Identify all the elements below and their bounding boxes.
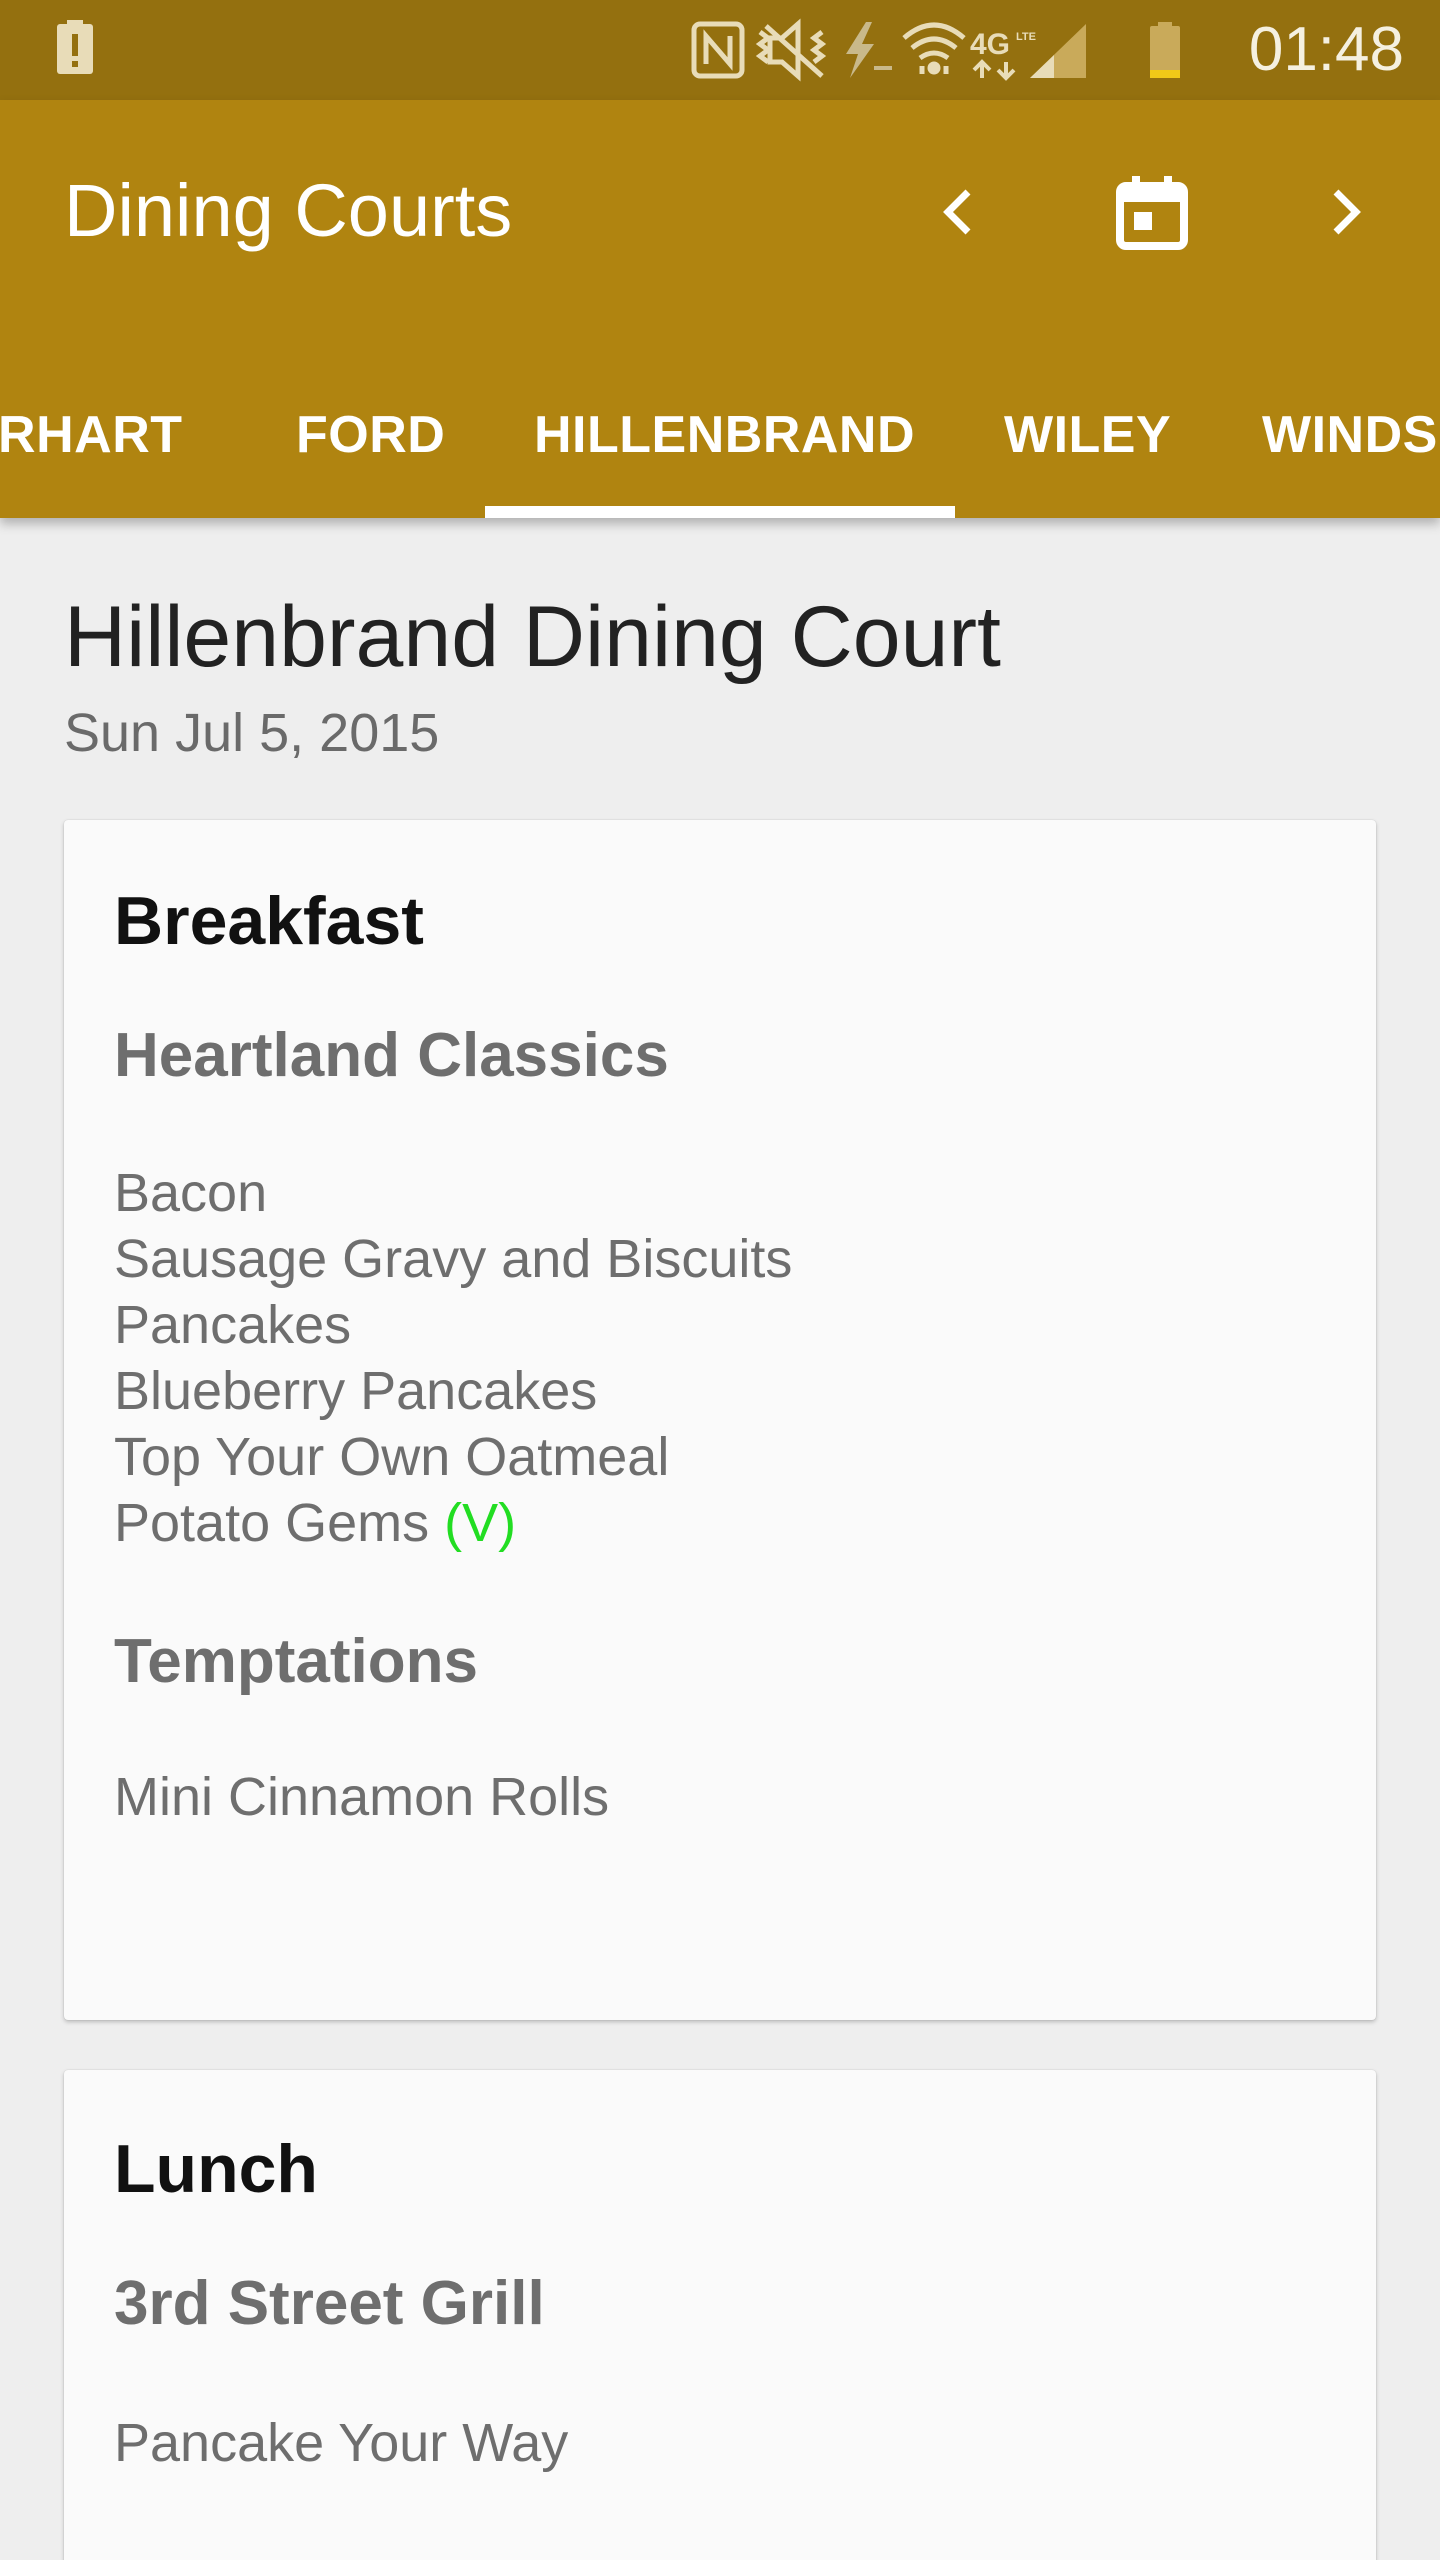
vegetarian-tag: (V) xyxy=(444,1493,517,1553)
tab-wiley[interactable]: WILEY xyxy=(1004,352,1171,518)
tab-windsor[interactable]: WINDS xyxy=(1262,352,1438,518)
system-status-icons: 4G LTE xyxy=(691,18,1180,82)
chevron-left-icon xyxy=(943,189,971,235)
4g-lte-icon: 4G LTE xyxy=(970,28,1036,81)
meal-title: Lunch xyxy=(114,2131,318,2207)
menu-item-name: Potato Gems xyxy=(114,1493,430,1553)
next-day-button[interactable] xyxy=(1284,152,1404,272)
status-bar: 4G LTE 01:48 xyxy=(0,0,1440,100)
selected-tab-indicator xyxy=(485,506,955,518)
tab-ford[interactable]: FORD xyxy=(296,352,445,518)
menu-item-list: Bacon Sausage Gravy and Biscuits Pancake… xyxy=(114,1160,792,1556)
calendar-icon xyxy=(1116,176,1188,250)
station-title: Temptations xyxy=(114,1627,478,1696)
menu-item[interactable]: Mini Cinnamon Rolls xyxy=(114,1764,609,1830)
status-time: 01:48 xyxy=(1248,15,1404,84)
station-title: 3rd Street Grill xyxy=(114,2269,545,2338)
menu-item[interactable]: Pancakes xyxy=(114,1292,792,1358)
meal-card-lunch: Lunch 3rd Street Grill Pancake Your Way xyxy=(64,2070,1376,2560)
tab-earhart[interactable]: ARHART xyxy=(0,352,183,518)
menu-item[interactable]: Blueberry Pancakes xyxy=(114,1358,792,1424)
menu-item[interactable]: Potato Gems (V) xyxy=(114,1490,792,1556)
previous-day-button[interactable] xyxy=(900,152,1020,272)
signal-icon xyxy=(1030,24,1086,78)
page-title: Hillenbrand Dining Court xyxy=(64,589,1001,685)
charging-icon xyxy=(846,22,892,78)
calendar-button[interactable] xyxy=(1092,152,1212,272)
svg-text:4G: 4G xyxy=(970,28,1010,61)
wifi-icon xyxy=(902,22,966,75)
menu-item[interactable]: Pancake Your Way xyxy=(114,2410,568,2476)
page-date: Sun Jul 5, 2015 xyxy=(64,703,440,763)
menu-item[interactable]: Bacon xyxy=(114,1160,792,1226)
chevron-right-icon xyxy=(1333,189,1361,235)
tab-hillenbrand[interactable]: HILLENBRAND xyxy=(534,352,915,518)
alert-icon xyxy=(57,20,93,74)
menu-item-list: Mini Cinnamon Rolls xyxy=(114,1764,609,1830)
app-title: Dining Courts xyxy=(64,169,513,252)
menu-item-list: Pancake Your Way xyxy=(114,2410,568,2476)
svg-text:LTE: LTE xyxy=(1016,31,1036,43)
dining-court-tabs: ARHART FORD HILLENBRAND WILEY WINDS xyxy=(0,352,1440,518)
menu-item[interactable]: Top Your Own Oatmeal xyxy=(114,1424,792,1490)
battery-icon xyxy=(1150,22,1180,78)
vibrate-icon xyxy=(755,18,827,82)
menu-item[interactable]: Sausage Gravy and Biscuits xyxy=(114,1226,792,1292)
menu-content[interactable]: Hillenbrand Dining Court Sun Jul 5, 2015… xyxy=(0,518,1440,2560)
app-bar: Dining Courts ARHART FORD HILLENBRAND WI… xyxy=(0,100,1440,518)
meal-card-breakfast: Breakfast Heartland Classics Bacon Sausa… xyxy=(64,820,1376,2020)
nfc-icon xyxy=(691,21,745,79)
meal-title: Breakfast xyxy=(114,883,424,959)
station-title: Heartland Classics xyxy=(114,1021,669,1090)
